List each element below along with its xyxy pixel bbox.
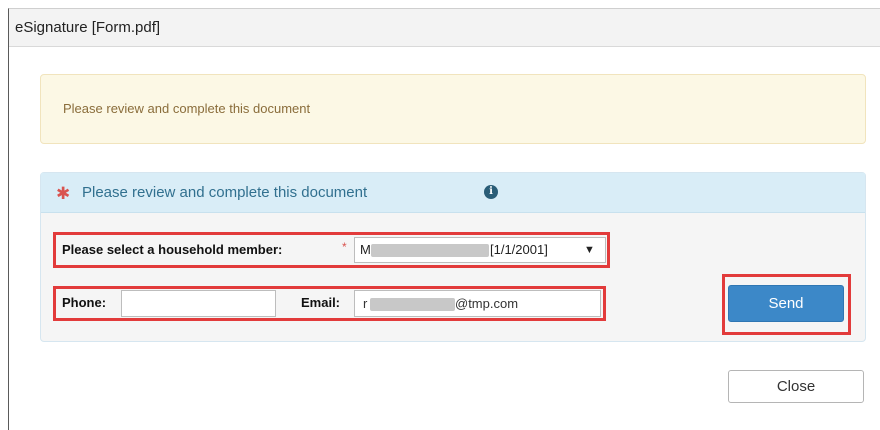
dialog-header: eSignature [Form.pdf] xyxy=(9,9,880,47)
email-value-prefix: r xyxy=(363,296,368,311)
household-select-value-date: [1/1/2001] xyxy=(490,242,548,257)
chevron-down-icon: ▼ xyxy=(584,244,595,256)
esignature-dialog: eSignature [Form.pdf] Please review and … xyxy=(8,8,880,430)
warning-alert: Please review and complete this document xyxy=(40,74,866,144)
dialog-title: eSignature [Form.pdf] xyxy=(15,19,161,36)
email-input[interactable]: r @tmp.com xyxy=(354,290,601,317)
email-label: Email: xyxy=(301,295,341,310)
panel-title: Please review and complete this document xyxy=(82,184,368,201)
panel-header: ✱ Please review and complete this docume… xyxy=(41,173,865,213)
household-required-mark: * xyxy=(342,240,347,254)
redacted-name xyxy=(371,244,489,257)
required-asterisk-icon: ✱ xyxy=(56,184,71,203)
household-label: Please select a household member: xyxy=(62,242,283,257)
phone-label: Phone: xyxy=(62,295,107,310)
send-button[interactable]: Send xyxy=(728,285,844,322)
info-icon[interactable]: i xyxy=(484,185,498,199)
email-value-domain: @tmp.com xyxy=(455,296,519,311)
household-select-value-prefix: M xyxy=(360,242,371,257)
close-button[interactable]: Close xyxy=(728,370,864,403)
alert-message: Please review and complete this document xyxy=(63,101,311,116)
phone-input[interactable] xyxy=(121,290,276,317)
redacted-email xyxy=(370,298,455,311)
household-member-select[interactable]: M [1/1/2001] ▼ xyxy=(354,237,606,263)
